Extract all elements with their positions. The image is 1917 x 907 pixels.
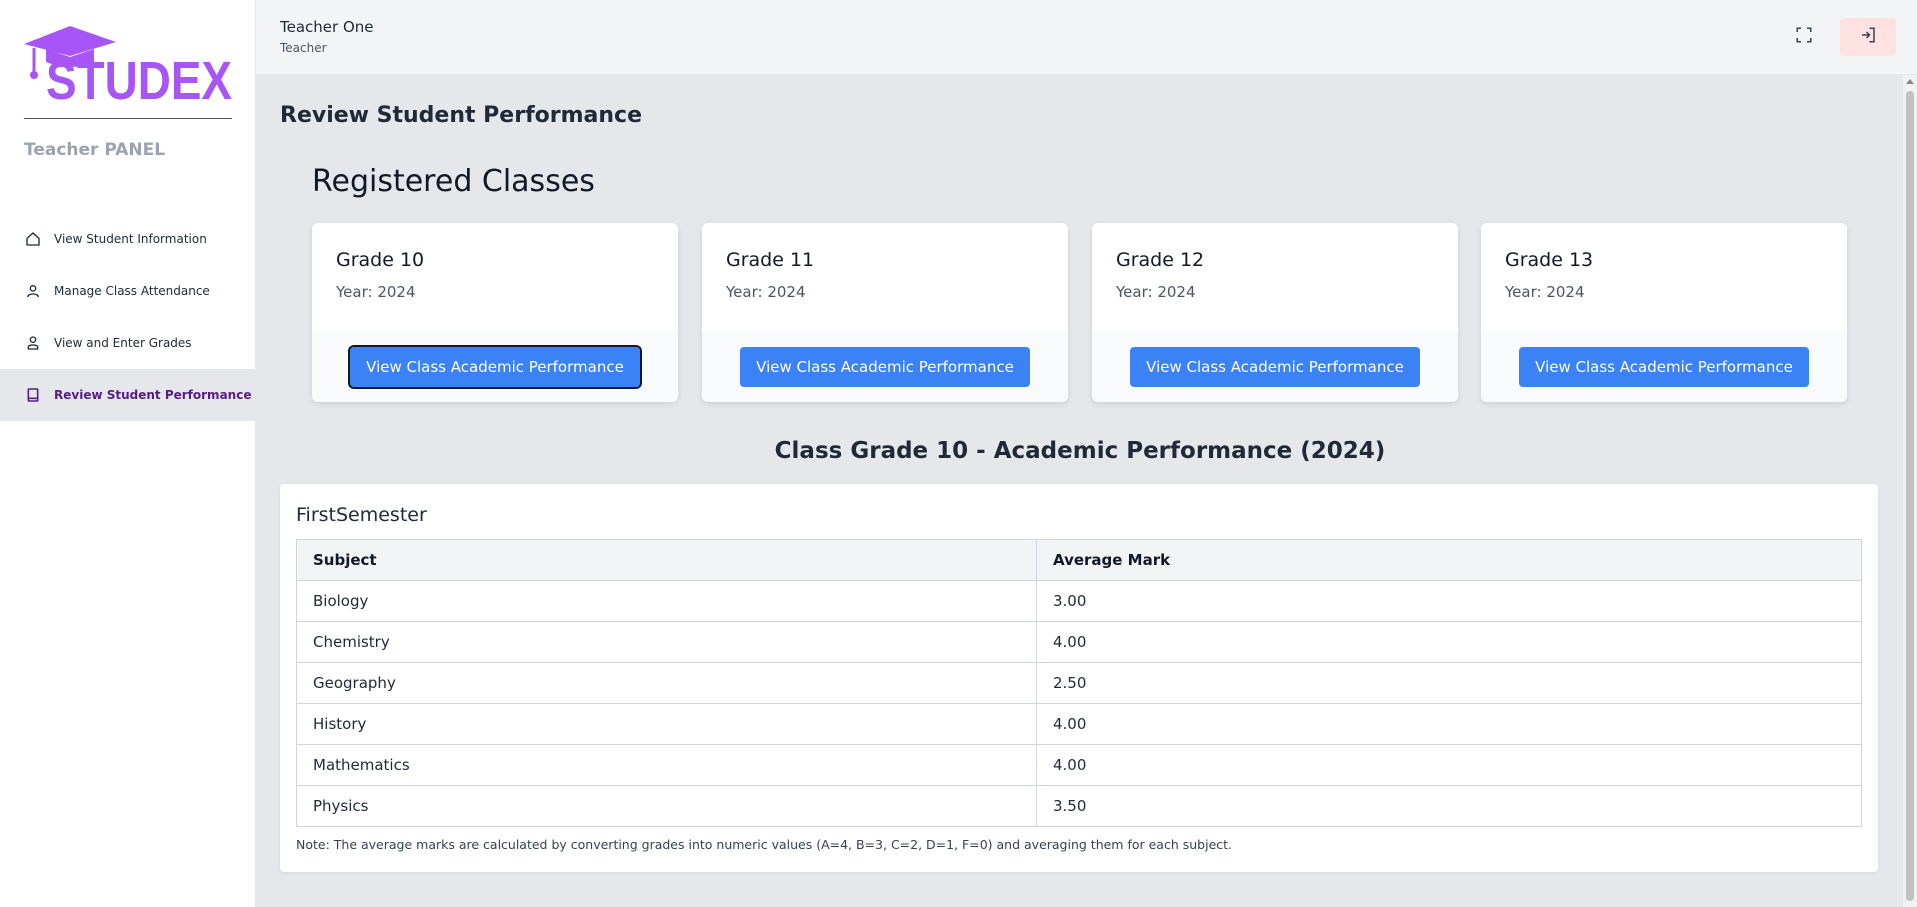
sidebar-item-view-and-enter-grades[interactable]: View and Enter Grades — [0, 317, 256, 369]
scroll-up-arrow-icon[interactable] — [1906, 79, 1914, 84]
mark-cell: 4.00 — [1036, 744, 1862, 786]
top-header: Teacher One Teacher — [256, 0, 1917, 75]
fullscreen-button[interactable] — [1791, 24, 1817, 50]
class-year: Year: 2024 — [336, 283, 416, 301]
column-header-subject: Subject — [296, 539, 1037, 581]
class-card-grade-10: Grade 10 Year: 2024 View Class Academic … — [312, 223, 678, 402]
view-performance-button[interactable]: View Class Academic Performance — [740, 346, 1030, 387]
scroll-thumb[interactable] — [1906, 91, 1914, 901]
mark-cell: 4.00 — [1036, 703, 1862, 745]
view-performance-button[interactable]: View Class Academic Performance — [348, 344, 642, 389]
logo-text: STUDEX — [46, 51, 232, 104]
sidebar: STUDEX Teacher PANEL View Student Inform… — [0, 0, 256, 907]
section-title: Registered Classes — [312, 164, 595, 199]
table-row: History 4.00 — [296, 703, 1862, 745]
table-header-row: Subject Average Mark — [296, 539, 1862, 581]
logout-icon — [1859, 26, 1877, 48]
mark-cell: 4.00 — [1036, 621, 1862, 663]
performance-title: Class Grade 10 - Academic Performance (2… — [774, 438, 1386, 464]
view-performance-button[interactable]: View Class Academic Performance — [1519, 346, 1809, 387]
class-year: Year: 2024 — [1116, 283, 1196, 301]
subject-cell: Biology — [296, 580, 1037, 622]
sidebar-nav: View Student Information Manage Class At… — [0, 213, 256, 421]
mark-cell: 2.50 — [1036, 662, 1862, 704]
logo-divider — [24, 118, 232, 119]
table-row: Physics 3.50 — [296, 785, 1862, 827]
sidebar-item-label: Manage Class Attendance — [54, 284, 210, 298]
subject-cell: Geography — [296, 662, 1037, 704]
subject-cell: Chemistry — [296, 621, 1037, 663]
table-row: Geography 2.50 — [296, 662, 1862, 704]
user-name: Teacher One — [280, 18, 374, 36]
subject-cell: Physics — [296, 785, 1037, 827]
table-row: Chemistry 4.00 — [296, 621, 1862, 663]
view-performance-button[interactable]: View Class Academic Performance — [1130, 346, 1420, 387]
book-icon — [24, 386, 42, 404]
class-year: Year: 2024 — [1505, 283, 1585, 301]
performance-panel: FirstSemester Subject Average Mark Biolo… — [280, 484, 1878, 872]
calculation-note: Note: The average marks are calculated b… — [296, 837, 1233, 852]
sidebar-item-review-student-performance[interactable]: Review Student Performance — [0, 369, 256, 421]
fullscreen-icon — [1795, 26, 1813, 48]
user-icon — [24, 282, 42, 300]
sidebar-item-label: Review Student Performance — [54, 388, 252, 402]
performance-table: Subject Average Mark Biology 3.00 Chemis… — [296, 539, 1862, 827]
class-title: Grade 13 — [1505, 249, 1594, 271]
sidebar-item-manage-class-attendance[interactable]: Manage Class Attendance — [0, 265, 256, 317]
semester-name: FirstSemester — [296, 504, 427, 526]
class-year: Year: 2024 — [726, 283, 806, 301]
mark-cell: 3.50 — [1036, 785, 1862, 827]
mark-cell: 3.00 — [1036, 580, 1862, 622]
sidebar-item-view-student-information[interactable]: View Student Information — [0, 213, 256, 265]
class-title: Grade 12 — [1116, 249, 1205, 271]
user-role: Teacher — [280, 41, 327, 55]
column-header-average-mark: Average Mark — [1036, 539, 1862, 581]
panel-title: Teacher PANEL — [24, 140, 166, 160]
table-row: Mathematics 4.00 — [296, 744, 1862, 786]
table-row: Biology 3.00 — [296, 580, 1862, 622]
logout-button[interactable] — [1840, 18, 1896, 56]
class-card-grade-11: Grade 11 Year: 2024 View Class Academic … — [702, 223, 1068, 402]
class-title: Grade 10 — [336, 249, 425, 271]
class-title: Grade 11 — [726, 249, 815, 271]
user-check-icon — [24, 334, 42, 352]
page-scrollbar[interactable] — [1903, 75, 1917, 907]
studex-logo: STUDEX — [24, 22, 234, 111]
sidebar-item-label: View and Enter Grades — [54, 336, 192, 350]
subject-cell: History — [296, 703, 1037, 745]
home-icon — [24, 230, 42, 248]
subject-cell: Mathematics — [296, 744, 1037, 786]
class-card-grade-12: Grade 12 Year: 2024 View Class Academic … — [1092, 223, 1458, 402]
sidebar-item-label: View Student Information — [54, 232, 207, 246]
page-title: Review Student Performance — [280, 103, 643, 128]
class-card-grade-13: Grade 13 Year: 2024 View Class Academic … — [1481, 223, 1847, 402]
